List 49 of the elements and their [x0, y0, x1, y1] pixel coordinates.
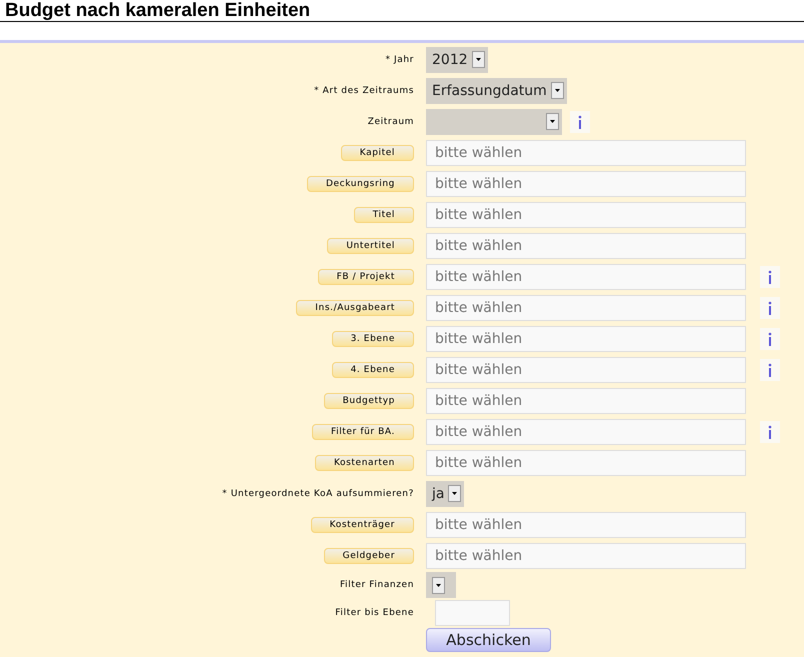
info-icon[interactable]: [760, 328, 780, 350]
dropdown[interactable]: Erfassungdatum: [426, 78, 567, 104]
field-label: Filter Finanzen: [340, 580, 414, 590]
caret-icon[interactable]: [476, 58, 481, 61]
info-icon[interactable]: [760, 420, 780, 442]
field-label-button[interactable]: Geldgeber: [324, 548, 414, 564]
field-label-button[interactable]: 4. Ebene: [332, 362, 414, 378]
field-label-button[interactable]: Kostenträger: [310, 516, 414, 532]
field-label-button[interactable]: FB / Projekt: [318, 268, 414, 284]
field-label-button[interactable]: Ins./Ausgabeart: [296, 300, 414, 316]
lookup-field[interactable]: bitte wählen: [426, 264, 746, 290]
field-label-button[interactable]: Titel: [354, 206, 414, 222]
field-label: Filter bis Ebene: [335, 608, 414, 618]
info-icon[interactable]: [760, 358, 780, 380]
dropdown[interactable]: ja: [426, 480, 464, 506]
lookup-field[interactable]: bitte wählen: [426, 512, 746, 538]
lookup-field[interactable]: bitte wählen: [426, 450, 746, 476]
lookup-field[interactable]: bitte wählen: [426, 232, 746, 258]
field-label-button[interactable]: Deckungsring: [307, 176, 414, 192]
caret-icon[interactable]: [452, 492, 458, 495]
field-label-button[interactable]: Kapitel: [340, 144, 414, 160]
caret-icon[interactable]: [550, 120, 555, 123]
info-icon[interactable]: [760, 266, 780, 288]
caret-icon[interactable]: [436, 584, 441, 586]
field-label: * Jahr: [385, 54, 414, 64]
page-title: Budget nach kameralen Einheiten: [0, 0, 804, 22]
dropdown[interactable]: 2012: [426, 46, 488, 72]
input-field[interactable]: [435, 600, 510, 626]
field-label-button[interactable]: Kostenarten: [314, 454, 414, 470]
field-label: * Art des Zeitraums: [314, 86, 414, 96]
lookup-field[interactable]: bitte wählen: [426, 202, 746, 228]
caret-icon[interactable]: [554, 89, 560, 92]
info-icon[interactable]: [760, 296, 780, 318]
info-icon[interactable]: [570, 110, 590, 132]
lookup-field[interactable]: bitte wählen: [426, 388, 746, 414]
lookup-field[interactable]: bitte wählen: [426, 170, 746, 196]
lookup-field[interactable]: bitte wählen: [426, 294, 746, 320]
field-label: * Untergeordnete KoA aufsummieren?: [222, 488, 414, 498]
field-label-button[interactable]: Filter für BA.: [312, 424, 414, 440]
lookup-field[interactable]: bitte wählen: [426, 356, 746, 382]
lookup-field[interactable]: bitte wählen: [426, 326, 746, 352]
field-label-button[interactable]: Untertitel: [327, 238, 414, 254]
field-label: Zeitraum: [368, 116, 414, 126]
lookup-field[interactable]: bitte wählen: [426, 542, 746, 568]
field-label-button[interactable]: 3. Ebene: [332, 330, 414, 346]
lookup-field[interactable]: bitte wählen: [426, 418, 746, 444]
field-label-button[interactable]: Budgettyp: [324, 392, 414, 408]
submit-button[interactable]: Abschicken: [426, 628, 551, 652]
lookup-field[interactable]: bitte wählen: [426, 140, 746, 166]
